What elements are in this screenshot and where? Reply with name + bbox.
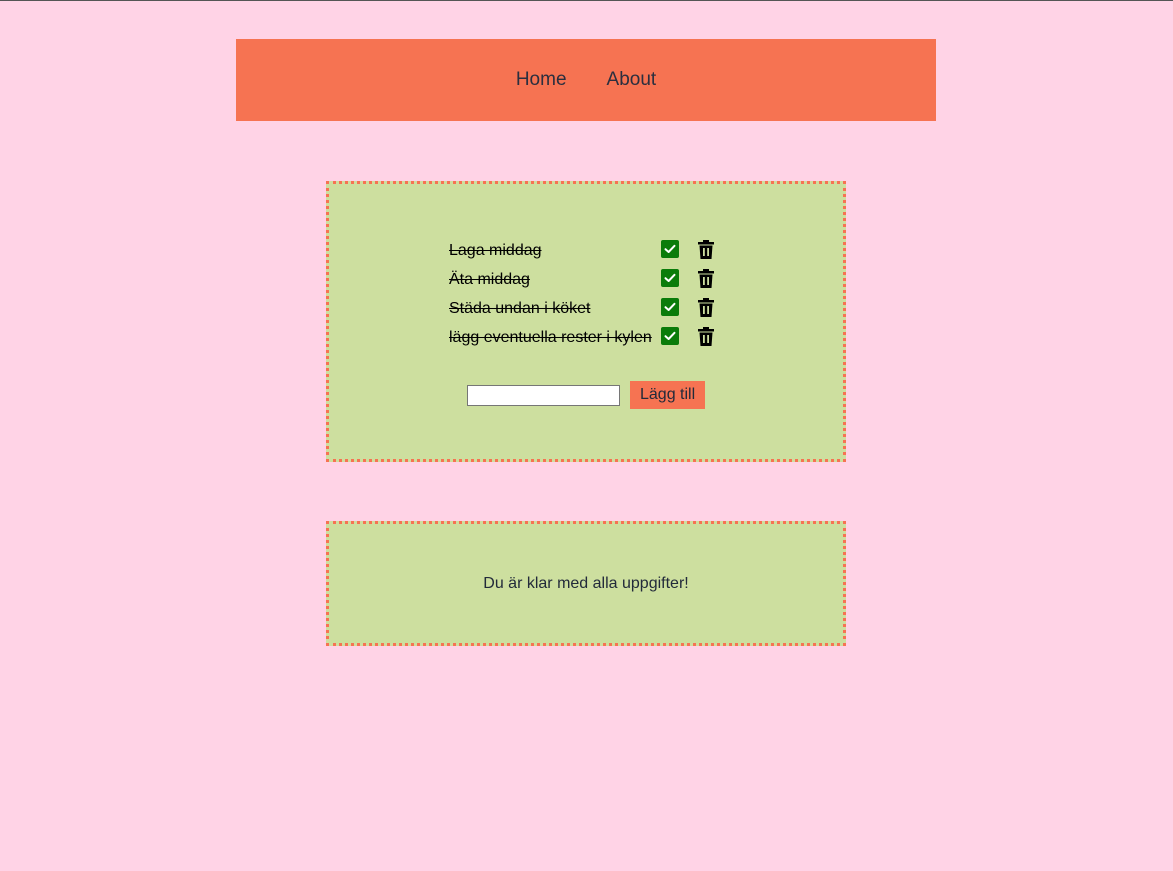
trash-icon[interactable] [698, 326, 714, 346]
todo-panel: Laga middag Äta middag Städa undan i kök… [326, 181, 846, 462]
checkbox-checked-icon[interactable] [661, 240, 679, 258]
trash-icon[interactable] [698, 239, 714, 259]
todo-item: lägg eventuella rester i kylen [449, 325, 719, 354]
todo-item-text: lägg eventuella rester i kylen [449, 329, 652, 346]
checkbox-checked-icon[interactable] [661, 269, 679, 287]
todo-item: Äta middag [449, 267, 719, 296]
nav-link-home[interactable]: Home [516, 69, 567, 91]
trash-icon[interactable] [698, 297, 714, 317]
add-todo-button[interactable]: Lägg till [630, 381, 706, 409]
todo-item-text: Laga middag [449, 242, 542, 259]
add-todo-form: Lägg till [467, 381, 706, 409]
all-done-message: Du är klar med alla uppgifter! [483, 574, 689, 592]
new-todo-input[interactable] [467, 384, 620, 406]
todo-item: Städa undan i köket [449, 296, 719, 325]
checkbox-checked-icon[interactable] [661, 298, 679, 316]
todo-list: Laga middag Äta middag Städa undan i kök… [449, 238, 719, 354]
todo-item: Laga middag [449, 238, 719, 267]
done-panel: Du är klar med alla uppgifter! [326, 521, 846, 646]
todo-item-text: Äta middag [449, 271, 530, 288]
top-nav: Home About [236, 39, 936, 121]
checkbox-checked-icon[interactable] [661, 327, 679, 345]
nav-link-about[interactable]: About [607, 69, 657, 91]
todo-item-text: Städa undan i köket [449, 300, 591, 317]
trash-icon[interactable] [698, 268, 714, 288]
